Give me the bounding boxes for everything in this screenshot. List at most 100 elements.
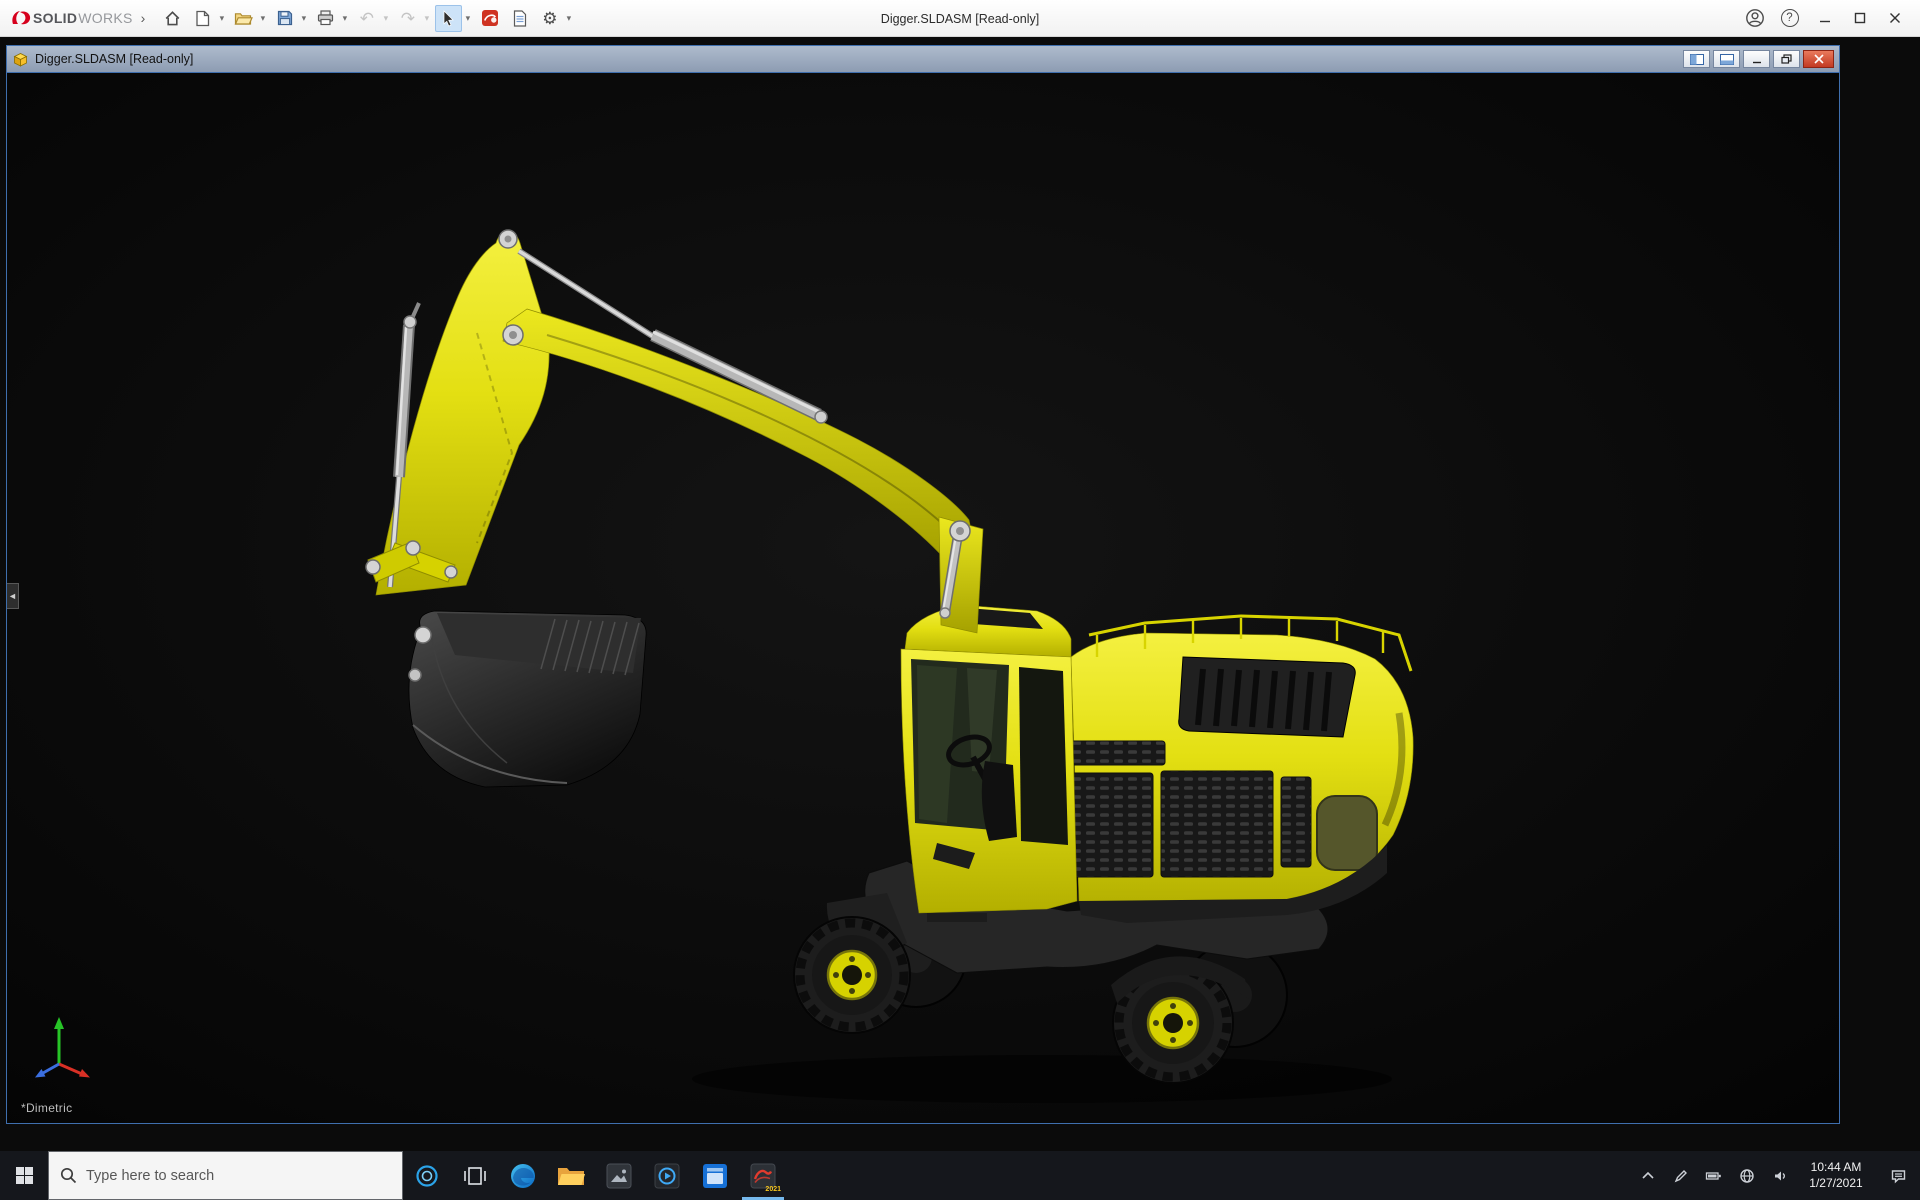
options-button[interactable]: ⚙ <box>536 5 563 32</box>
open-button[interactable] <box>230 5 257 32</box>
brand-solid-text: SOLID <box>33 10 78 26</box>
split-pane-icon <box>1719 53 1734 65</box>
redo-dropdown[interactable]: ▾ <box>421 5 432 32</box>
app-icon-solidworks[interactable]: 2021 <box>739 1151 787 1200</box>
file-explorer-icon <box>558 1168 585 1185</box>
minimize-button[interactable] <box>1809 4 1840 32</box>
app-icon-media-player[interactable] <box>643 1151 691 1200</box>
account-button[interactable] <box>1739 4 1770 32</box>
view-orientation-label: *Dimetric <box>21 1101 73 1115</box>
doc-minimize-button[interactable] <box>1743 50 1770 68</box>
seat <box>981 761 1017 841</box>
3dexperience-button[interactable] <box>476 5 503 32</box>
doc-close-button[interactable] <box>1803 50 1834 68</box>
mdi-area: Digger.SLDASM [Read-only] *Dimetric ◄ <box>0 37 1920 1151</box>
solidworks-app-icon <box>750 1163 776 1188</box>
3dexperience-icon <box>481 10 498 26</box>
minimize-icon <box>1819 20 1830 23</box>
app-icon-file-explorer[interactable] <box>547 1151 595 1200</box>
bucket <box>408 610 647 788</box>
open-folder-icon <box>234 12 254 25</box>
menu-expander-arrow[interactable]: › <box>141 10 146 26</box>
undo-button[interactable]: ↶ <box>353 5 380 32</box>
new-document-dropdown[interactable]: ▾ <box>216 5 227 32</box>
select-tool-button[interactable] <box>435 4 463 32</box>
close-icon <box>1889 13 1900 23</box>
search-icon <box>60 1167 77 1184</box>
home-icon <box>165 10 180 25</box>
undo-dropdown[interactable]: ▾ <box>380 5 391 32</box>
tray-pen-button[interactable] <box>1664 1151 1697 1200</box>
save-icon <box>277 10 292 26</box>
tray-expand-button[interactable] <box>1631 1151 1664 1200</box>
tray-battery-button[interactable] <box>1697 1151 1730 1200</box>
clock-time: 10:44 AM <box>1810 1159 1862 1174</box>
taskbar: 2021 <box>0 1151 1920 1200</box>
task-view-button[interactable] <box>451 1151 499 1200</box>
search-input[interactable] <box>86 1167 366 1184</box>
brand-works-text: WORKS <box>78 10 133 26</box>
close-button[interactable] <box>1879 4 1910 32</box>
doc-minimize-icon <box>1752 61 1761 63</box>
body-housing <box>1046 614 1414 923</box>
graphics-viewport[interactable]: *Dimetric ◄ <box>7 72 1839 1123</box>
chevron-up-icon <box>1641 1171 1654 1179</box>
edge-icon <box>511 1163 535 1188</box>
doc-pane-button-1[interactable] <box>1683 50 1710 68</box>
cab <box>900 604 1078 922</box>
action-center-button[interactable] <box>1876 1151 1920 1200</box>
redo-button[interactable]: ↷ <box>394 5 421 32</box>
file-properties-button[interactable] <box>506 5 533 32</box>
taskbar-search[interactable] <box>48 1151 403 1200</box>
photos-icon <box>606 1163 632 1188</box>
save-button[interactable] <box>271 5 298 32</box>
x-axis <box>58 1062 83 1076</box>
ds-logo-icon <box>12 11 31 25</box>
doc-close-icon <box>1813 54 1824 64</box>
side-vent-3 <box>1280 776 1312 868</box>
app-icon-blue-window[interactable] <box>691 1151 739 1200</box>
maximize-button[interactable] <box>1844 4 1875 32</box>
start-button[interactable] <box>0 1151 48 1200</box>
app-titlebar: SOLID WORKS › ▾ ▾ ▾ ▾ ↶ ▾ ↷ ▾ ▾ ⚙ ▾ Digg… <box>0 0 1920 37</box>
home-button[interactable] <box>159 5 186 32</box>
document-titlebar[interactable]: Digger.SLDASM [Read-only] <box>7 46 1839 72</box>
print-icon <box>318 10 334 26</box>
app-icon-photos[interactable] <box>595 1151 643 1200</box>
action-center-icon <box>1891 1169 1905 1183</box>
battery-icon <box>1705 1171 1721 1180</box>
z-axis <box>42 1062 60 1075</box>
orientation-triad <box>29 1012 93 1089</box>
select-tool-dropdown[interactable]: ▾ <box>462 5 473 32</box>
clock-date: 1/27/2021 <box>1809 1175 1863 1190</box>
assembly-document-icon <box>13 52 28 67</box>
new-document-button[interactable] <box>189 5 216 32</box>
speaker-icon <box>1774 1171 1785 1180</box>
doc-restore-button[interactable] <box>1773 50 1800 68</box>
blue-window-icon <box>703 1163 727 1188</box>
print-button[interactable] <box>312 5 339 32</box>
featuremanager-flyout-arrow[interactable]: ◄ <box>7 583 19 609</box>
door-window <box>1019 667 1068 845</box>
app-title: Digger.SLDASM [Read-only] <box>880 11 1040 26</box>
cortana-button[interactable] <box>403 1151 451 1200</box>
undo-icon: ↶ <box>359 8 374 28</box>
help-button[interactable]: ? <box>1774 4 1805 32</box>
save-dropdown[interactable]: ▾ <box>298 5 309 32</box>
gear-icon: ⚙ <box>542 8 558 28</box>
ground-shadow <box>692 1055 1392 1103</box>
app-icon-edge[interactable] <box>499 1151 547 1200</box>
doc-pane-button-2[interactable] <box>1713 50 1740 68</box>
screen: SOLID WORKS › ▾ ▾ ▾ ▾ ↶ ▾ ↷ ▾ ▾ ⚙ ▾ Digg… <box>0 0 1920 1200</box>
tray-volume-button[interactable] <box>1763 1151 1796 1200</box>
print-dropdown[interactable]: ▾ <box>339 5 350 32</box>
new-document-icon <box>196 10 210 26</box>
options-dropdown[interactable]: ▾ <box>563 5 574 32</box>
open-dropdown[interactable]: ▾ <box>257 5 268 32</box>
taskbar-clock[interactable]: 10:44 AM 1/27/2021 <box>1796 1151 1876 1200</box>
tray-network-button[interactable] <box>1730 1151 1763 1200</box>
excavator-model <box>7 73 1839 1123</box>
document-window: Digger.SLDASM [Read-only] *Dimetric ◄ <box>6 45 1840 1124</box>
solidworks-logo: SOLID WORKS <box>10 8 133 28</box>
select-cursor-icon <box>443 9 455 26</box>
